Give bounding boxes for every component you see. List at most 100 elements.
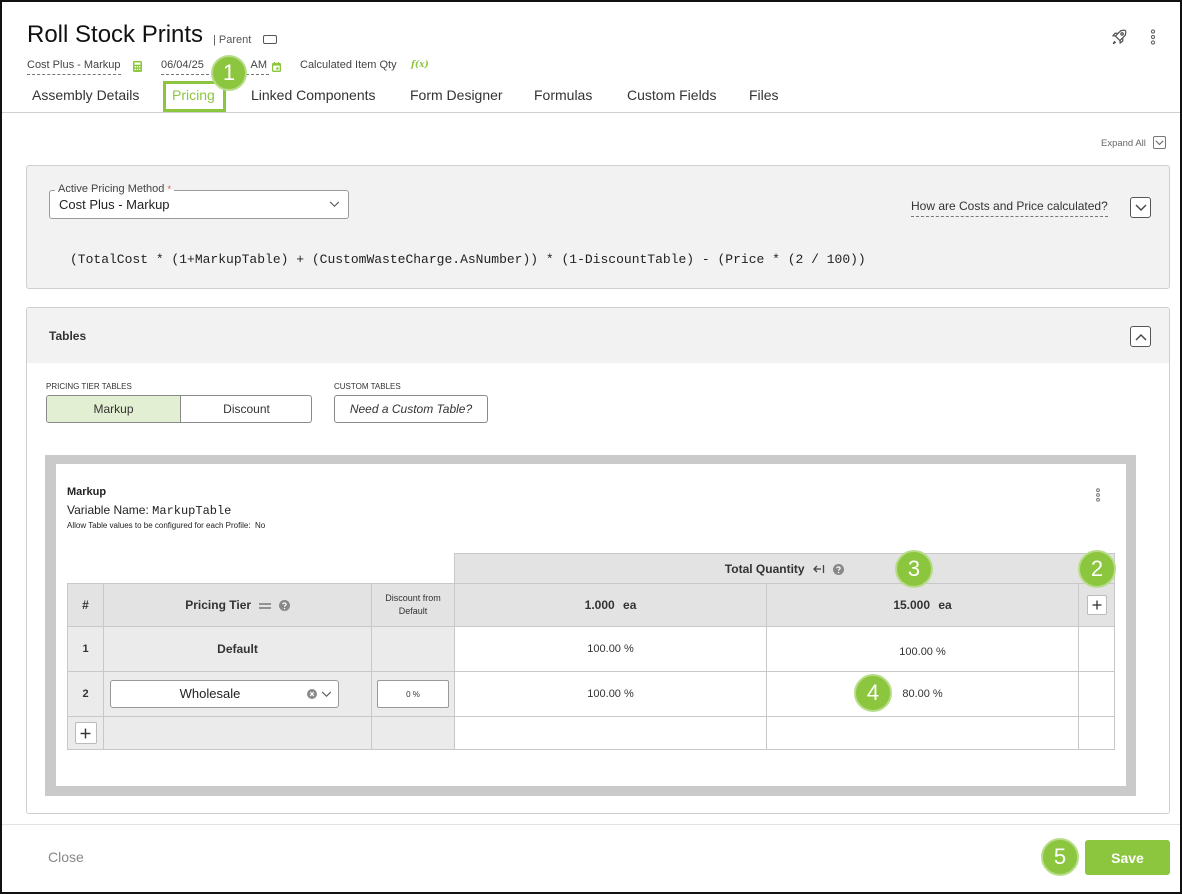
table-row: 2 Wholesale 0 % 100.00 % 80.00 % — [67, 671, 1116, 717]
callout-marker: 2 — [1078, 550, 1116, 588]
clear-icon[interactable] — [307, 689, 317, 699]
tab-form-designer[interactable]: Form Designer — [410, 86, 503, 104]
group-header-label: Total Quantity — [724, 561, 805, 576]
tables-panel-header — [27, 308, 1169, 363]
drag-handle-icon[interactable] — [259, 602, 272, 610]
variable-name: Variable Name: MarkupTable — [67, 503, 231, 518]
row-value-cell[interactable]: 80.00 % — [766, 671, 1080, 717]
plus-icon — [1092, 600, 1102, 610]
help-icon[interactable] — [833, 563, 845, 575]
tab-formulas[interactable]: Formulas — [534, 86, 592, 104]
tab-custom-fields[interactable]: Custom Fields — [627, 86, 716, 104]
column-header-quantity-1[interactable]: 1.000 ea — [454, 583, 768, 627]
column-header-discount: Discount from Default — [370, 583, 456, 627]
pricing-method-meta[interactable]: Cost Plus - Markup — [27, 59, 121, 75]
chevron-up-icon — [1135, 333, 1147, 341]
plus-icon — [80, 728, 91, 738]
tables-title: Tables — [49, 329, 87, 343]
custom-tables-label: CUSTOM TABLES — [334, 382, 401, 391]
field-label: Active Pricing Method * — [55, 183, 174, 195]
row-value-cell[interactable]: 100.00 % — [454, 626, 768, 672]
collapse-left-icon[interactable] — [813, 564, 825, 574]
close-button[interactable]: Close — [48, 849, 84, 865]
help-icon[interactable] — [278, 600, 290, 612]
pricing-tier-select[interactable]: Wholesale — [110, 680, 339, 708]
chevron-down-icon — [329, 201, 340, 208]
table-corner-blank — [67, 553, 455, 584]
total-quantity-header: Total Quantity — [454, 553, 1116, 584]
tab-files[interactable]: Files — [749, 86, 779, 104]
custom-table-button[interactable]: Need a Custom Table? — [334, 395, 488, 423]
panel-collapse-button[interactable] — [1130, 197, 1151, 218]
field-label-text: Active Pricing Method — [58, 183, 165, 195]
row-value-cell[interactable]: 100.00 % — [766, 626, 1080, 672]
time-text: AM — [250, 59, 268, 71]
segment-discount[interactable]: Discount — [180, 396, 311, 422]
markup-table-card: Markup Variable Name: MarkupTable Allow … — [56, 464, 1126, 786]
more-vertical-icon[interactable] — [1092, 486, 1104, 504]
add-column-button[interactable] — [1086, 595, 1107, 615]
save-button[interactable]: Save — [1085, 840, 1170, 875]
callout-marker: 3 — [895, 550, 933, 588]
row-discount-cell — [370, 671, 456, 717]
row-number: 1 — [67, 626, 104, 672]
rocket-icon[interactable] — [1109, 27, 1129, 47]
calendar-icon[interactable] — [272, 62, 281, 72]
add-row — [67, 716, 1116, 750]
costs-help-link[interactable]: How are Costs and Price calculated? — [911, 199, 1108, 217]
add-row-cell — [67, 716, 104, 750]
add-row-button[interactable] — [74, 722, 97, 744]
discount-input[interactable] — [377, 680, 449, 708]
page-title: Roll Stock Prints — [27, 21, 204, 48]
row-tier-cell: Wholesale — [103, 671, 372, 717]
footer-divider — [2, 824, 1180, 825]
row-number: 2 — [67, 671, 104, 717]
more-vertical-icon[interactable] — [1145, 27, 1161, 47]
chevron-down-icon — [1135, 204, 1147, 212]
table-row: 1 Default 100.00 % 100.00 % — [67, 626, 1116, 672]
assembly-editor-window: Roll Stock Prints | Parent Cost Plus - M… — [0, 0, 1182, 894]
column-header-number: # — [67, 583, 104, 627]
row-value-cell[interactable]: 100.00 % — [454, 671, 768, 717]
column-header-pricing-tier: Pricing Tier — [103, 583, 372, 627]
variable-value: MarkupTable — [152, 504, 232, 518]
pricing-tier-tables-label: PRICING TIER TABLES — [46, 382, 132, 391]
row-tier: Default — [103, 626, 372, 672]
tab-linked-components[interactable]: Linked Components — [251, 86, 376, 104]
date-text: 06/04/25 — [161, 59, 204, 71]
toggle-icon[interactable] — [263, 35, 277, 44]
tab-pricing[interactable]: Pricing — [172, 86, 215, 104]
empty-cell — [370, 716, 456, 750]
variable-label: Variable Name: — [67, 503, 149, 517]
tab-assembly-details[interactable]: Assembly Details — [32, 86, 139, 104]
profile-label: Allow Table values to be configured for … — [67, 521, 251, 530]
row-empty-cell — [1078, 626, 1116, 672]
expand-all-button[interactable]: Expand All — [1101, 138, 1146, 149]
empty-cell — [1078, 716, 1116, 750]
pricing-tier-segmented-control: Markup Discount — [46, 395, 312, 423]
empty-cell — [454, 716, 768, 750]
row-empty-cell — [1078, 671, 1116, 717]
table-frame: Markup Variable Name: MarkupTable Allow … — [45, 455, 1136, 796]
tables-collapse-button[interactable] — [1130, 326, 1151, 347]
pricing-tier-header-label: Pricing Tier — [185, 598, 252, 612]
empty-cell — [103, 716, 372, 750]
segment-markup[interactable]: Markup — [47, 396, 180, 422]
callout-marker: 5 — [1041, 838, 1079, 876]
select-value: Cost Plus - Markup — [59, 197, 170, 212]
column-header-quantity-2[interactable]: 15.000 ea — [766, 583, 1080, 627]
required-mark: * — [167, 184, 171, 194]
pricing-formula: (TotalCost * (1+MarkupTable) + (CustomWa… — [70, 252, 866, 267]
chevron-down-icon[interactable] — [1153, 136, 1166, 149]
row-discount — [370, 626, 456, 672]
tables-panel: Tables PRICING TIER TABLES Markup Discou… — [26, 307, 1170, 814]
pricing-tier-select-value: Wholesale — [179, 686, 241, 701]
table-name: Markup — [67, 486, 107, 498]
profile-value: No — [254, 521, 266, 530]
function-icon[interactable]: f(x) — [411, 60, 429, 70]
markup-table: Total Quantity # Pricing Tier Discount f… — [67, 553, 1116, 750]
callout-marker: 4 — [854, 674, 892, 712]
parent-label: | Parent — [213, 34, 252, 46]
callout-marker: 1 — [211, 55, 247, 91]
add-column-cell — [1078, 583, 1116, 627]
